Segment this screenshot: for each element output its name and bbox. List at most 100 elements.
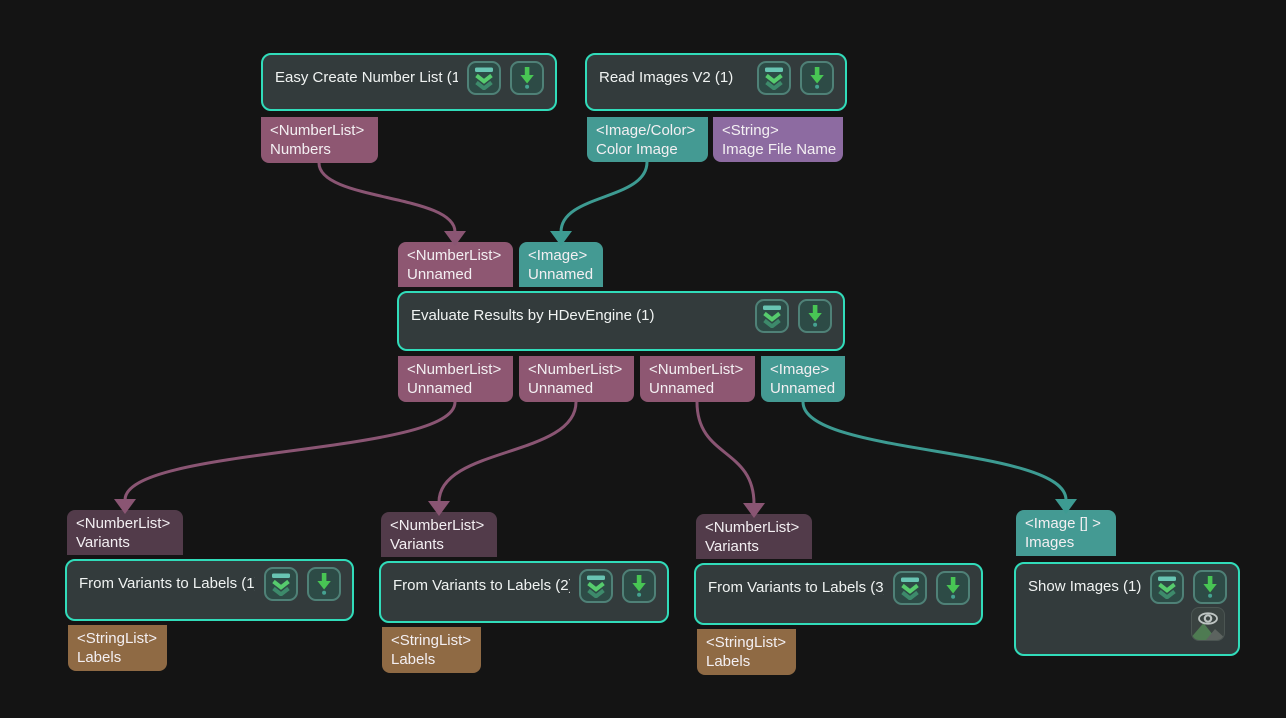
port-name-label: Labels: [77, 648, 161, 667]
double-chevron-down-icon: [1155, 575, 1179, 599]
port-type-label: <StringList>: [391, 631, 475, 650]
run-button[interactable]: [622, 569, 656, 603]
edge-unnamed-to-variants-2[interactable]: [439, 402, 576, 502]
edge-unnamed-to-variants-1[interactable]: [125, 402, 455, 500]
node-read-images-v2-1[interactable]: Read Images V2 (1): [585, 53, 847, 111]
collapse-button[interactable]: [757, 61, 791, 95]
port-type-label: <NumberList>: [649, 360, 749, 379]
port-name-label: Unnamed: [528, 379, 628, 398]
port-unnamed-output[interactable]: <NumberList>Unnamed: [398, 356, 513, 402]
down-arrow-icon: [941, 576, 965, 600]
double-chevron-down-icon: [898, 576, 922, 600]
port-name-label: Variants: [705, 537, 806, 556]
run-button[interactable]: [307, 567, 341, 601]
run-button[interactable]: [798, 299, 832, 333]
node-easy-create-number-list-1[interactable]: Easy Create Number List (1): [261, 53, 557, 111]
port-name-label: Unnamed: [407, 265, 507, 284]
double-chevron-down-icon: [472, 66, 496, 90]
run-button[interactable]: [510, 61, 544, 95]
run-button[interactable]: [800, 61, 834, 95]
node-title: From Variants to Labels (1): [79, 567, 255, 601]
port-type-label: <NumberList>: [390, 516, 491, 535]
port-unnamed-input[interactable]: <Image>Unnamed: [519, 242, 603, 287]
port-image-file-name-output[interactable]: <String>Image File Name: [713, 117, 843, 162]
node-canvas[interactable]: Easy Create Number List (1)<NumberList>N…: [0, 0, 1286, 718]
port-color-image-output[interactable]: <Image/Color>Color Image: [587, 117, 708, 162]
port-name-label: Labels: [706, 652, 790, 671]
port-type-label: <NumberList>: [407, 360, 507, 379]
node-from-variants-to-labels-3[interactable]: From Variants to Labels (3): [694, 563, 983, 625]
edge-unnamed-to-variants-3[interactable]: [697, 402, 754, 504]
port-name-label: Unnamed: [770, 379, 839, 398]
run-button[interactable]: [936, 571, 970, 605]
run-button[interactable]: [1193, 570, 1227, 604]
node-header: From Variants to Labels (1): [67, 561, 352, 601]
down-arrow-icon: [805, 66, 829, 90]
port-images-input[interactable]: <Image [] >Images: [1016, 510, 1116, 556]
port-numbers-output[interactable]: <NumberList>Numbers: [261, 117, 378, 163]
down-arrow-icon: [515, 66, 539, 90]
collapse-button[interactable]: [264, 567, 298, 601]
collapse-button[interactable]: [893, 571, 927, 605]
port-name-label: Variants: [390, 535, 491, 554]
port-unnamed-output[interactable]: <NumberList>Unnamed: [640, 356, 755, 402]
edge-unnamed-to-images[interactable]: [803, 402, 1066, 500]
port-name-label: Unnamed: [407, 379, 507, 398]
node-title: Show Images (1): [1028, 570, 1141, 604]
port-type-label: <NumberList>: [705, 518, 806, 537]
port-type-label: <Image/Color>: [596, 121, 702, 140]
port-unnamed-output[interactable]: <Image>Unnamed: [761, 356, 845, 402]
port-name-label: Variants: [76, 533, 177, 552]
node-header: Evaluate Results by HDevEngine (1): [399, 293, 843, 333]
down-arrow-icon: [312, 572, 336, 596]
port-name-label: Numbers: [270, 140, 372, 159]
node-header: Read Images V2 (1): [587, 55, 845, 95]
preview-button[interactable]: [1191, 607, 1225, 641]
port-variants-input[interactable]: <NumberList>Variants: [381, 512, 497, 557]
port-name-label: Images: [1025, 533, 1110, 552]
port-type-label: <Image>: [770, 360, 839, 379]
collapse-button[interactable]: [579, 569, 613, 603]
port-type-label: <Image>: [528, 246, 597, 265]
port-labels-output[interactable]: <StringList>Labels: [382, 627, 481, 673]
node-from-variants-to-labels-2[interactable]: From Variants to Labels (2): [379, 561, 669, 623]
port-type-label: <StringList>: [77, 629, 161, 648]
node-evaluate-results-by-hdevengine-1[interactable]: Evaluate Results by HDevEngine (1): [397, 291, 845, 351]
node-show-images-1[interactable]: Show Images (1): [1014, 562, 1240, 656]
port-type-label: <Image [] >: [1025, 514, 1110, 533]
node-title: Read Images V2 (1): [599, 61, 748, 95]
port-type-label: <String>: [722, 121, 837, 140]
port-type-label: <NumberList>: [528, 360, 628, 379]
node-header: From Variants to Labels (3): [696, 565, 981, 605]
node-extra-row: [1016, 604, 1238, 641]
node-title: From Variants to Labels (2): [393, 569, 570, 603]
collapse-button[interactable]: [755, 299, 789, 333]
node-title: Evaluate Results by HDevEngine (1): [411, 299, 746, 333]
port-labels-output[interactable]: <StringList>Labels: [697, 629, 796, 675]
port-name-label: Labels: [391, 650, 475, 669]
collapse-button[interactable]: [467, 61, 501, 95]
port-unnamed-input[interactable]: <NumberList>Unnamed: [398, 242, 513, 287]
port-name-label: Image File Name: [722, 140, 837, 159]
port-type-label: <NumberList>: [407, 246, 507, 265]
down-arrow-icon: [627, 574, 651, 598]
port-unnamed-output[interactable]: <NumberList>Unnamed: [519, 356, 634, 402]
port-labels-output[interactable]: <StringList>Labels: [68, 625, 167, 671]
node-from-variants-to-labels-1[interactable]: From Variants to Labels (1): [65, 559, 354, 621]
port-variants-input[interactable]: <NumberList>Variants: [67, 510, 183, 555]
node-header: Easy Create Number List (1): [263, 55, 555, 95]
port-name-label: Color Image: [596, 140, 702, 159]
double-chevron-down-icon: [760, 304, 784, 328]
port-type-label: <NumberList>: [270, 121, 372, 140]
double-chevron-down-icon: [584, 574, 608, 598]
port-variants-input[interactable]: <NumberList>Variants: [696, 514, 812, 559]
down-arrow-icon: [1198, 575, 1222, 599]
double-chevron-down-icon: [269, 572, 293, 596]
edge-color-image-to-unnamed[interactable]: [561, 162, 647, 232]
down-arrow-icon: [803, 304, 827, 328]
edge-numbers-to-unnamed[interactable]: [319, 163, 455, 232]
port-type-label: <NumberList>: [76, 514, 177, 533]
image-preview-icon: [1192, 608, 1224, 640]
port-name-label: Unnamed: [649, 379, 749, 398]
collapse-button[interactable]: [1150, 570, 1184, 604]
